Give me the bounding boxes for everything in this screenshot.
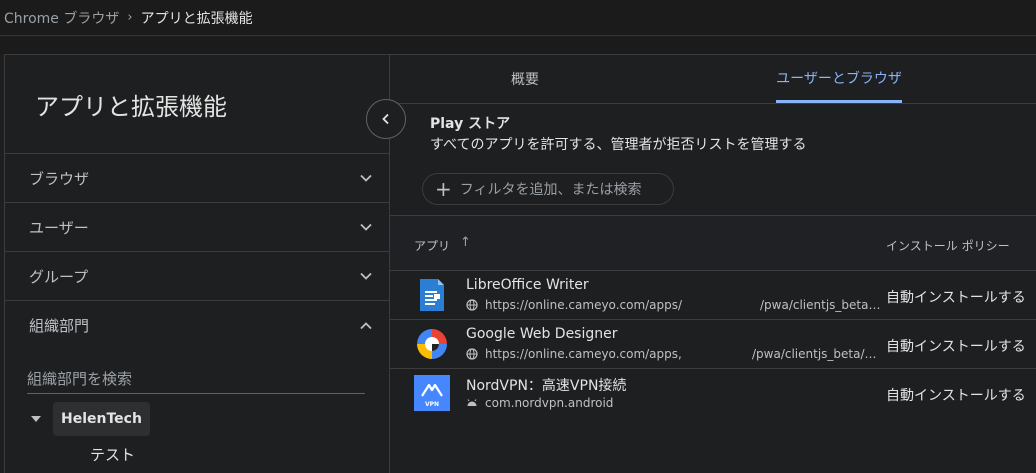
app-name: LibreOffice Writer (466, 277, 589, 293)
android-icon (467, 399, 477, 406)
store-title: Play ストア (430, 116, 511, 132)
header-gap (0, 37, 1036, 54)
install-policy: 自動インストールする (886, 388, 1026, 404)
org-unit-root[interactable]: HelenTech (53, 402, 150, 436)
svg-text:VPN: VPN (425, 401, 439, 408)
collapse-panel-button[interactable] (366, 99, 406, 139)
table-row[interactable]: VPN NordVPN：高速VPN接続 com.nordvpn.android … (390, 369, 1036, 418)
app-url: https://online.cameyo.com/apps, (466, 347, 682, 361)
column-header-app[interactable]: アプリ (414, 237, 450, 254)
accordion-org-units-label: 組織部門 (29, 317, 90, 335)
install-policy: 自動インストールする (886, 290, 1026, 306)
app-url-text: https://online.cameyo.com/apps/ (485, 298, 683, 312)
chevron-left-icon (382, 113, 389, 125)
main-panel: 概要 ユーザーとブラウザ Play ストア すべてのアプリを許可する、管理者が拒… (390, 54, 1036, 473)
tab-users-and-browsers[interactable]: ユーザーとブラウザ (776, 55, 902, 103)
tab-overview[interactable]: 概要 (490, 55, 560, 103)
add-filter-button[interactable]: + フィルタを追加、または検索 (422, 173, 674, 205)
org-unit-child[interactable]: テスト (5, 444, 389, 465)
apps-table: アプリ ↑ インストール ポリシー LibreOffice Writer htt… (390, 215, 1036, 418)
breadcrumb: Chrome ブラウザ › アプリと拡張機能 (0, 0, 1036, 36)
tree-row-root: HelenTech (5, 402, 389, 436)
accordion-users-label: ユーザー (29, 218, 89, 237)
install-policy: 自動インストールする (886, 339, 1026, 355)
table-header: アプリ ↑ インストール ポリシー (390, 215, 1036, 271)
accordion-browser[interactable]: ブラウザ (5, 154, 389, 203)
caret-down-icon[interactable] (31, 416, 41, 422)
app-package: com.nordvpn.android (466, 396, 613, 410)
breadcrumb-current: アプリと拡張機能 (140, 10, 253, 27)
left-panel: アプリと拡張機能 ブラウザ ユーザー グループ 組織部門 組織部門を検索 Hel… (4, 54, 390, 473)
breadcrumb-chrome-browser[interactable]: Chrome ブラウザ (4, 8, 119, 28)
nordvpn-icon: VPN (414, 375, 450, 411)
table-row[interactable]: Google Web Designer https://online.camey… (390, 320, 1036, 369)
accordion-users[interactable]: ユーザー (5, 203, 389, 252)
breadcrumb-separator: › (127, 10, 133, 25)
app-name: Google Web Designer (466, 326, 618, 342)
app-url-text: https://online.cameyo.com/apps, (485, 347, 682, 361)
accordion-groups[interactable]: グループ (5, 252, 389, 301)
app-package-text: com.nordvpn.android (485, 396, 614, 410)
chevron-down-icon (360, 272, 372, 280)
column-header-install-policy[interactable]: インストール ポリシー (886, 237, 1010, 254)
filter-label: フィルタを追加、または検索 (459, 182, 642, 198)
chevron-down-icon (360, 223, 372, 231)
app-name: NordVPN：高速VPN接続 (466, 378, 627, 394)
org-unit-search-input[interactable]: 組織部門を検索 (27, 366, 365, 394)
google-web-designer-icon (417, 329, 447, 359)
globe-icon (466, 299, 478, 311)
libreoffice-writer-icon (420, 279, 444, 311)
panel-title: アプリと拡張機能 (5, 55, 389, 154)
tab-bar: 概要 ユーザーとブラウザ (390, 55, 1036, 104)
accordion-browser-label: ブラウザ (29, 169, 90, 188)
plus-icon: + (435, 177, 452, 201)
app-url-path: /pwa/clientjs_beta… (760, 298, 881, 312)
sort-ascending-icon[interactable]: ↑ (460, 235, 471, 250)
chevron-up-icon (360, 321, 372, 329)
table-row[interactable]: LibreOffice Writer https://online.cameyo… (390, 271, 1036, 320)
globe-icon (466, 348, 478, 360)
store-subtitle: すべてのアプリを許可する、管理者が拒否リストを管理する (430, 137, 807, 153)
app-url: https://online.cameyo.com/apps/ (466, 298, 682, 312)
accordion-groups-label: グループ (29, 267, 89, 286)
app-url-path: /pwa/clientjs_beta/… (752, 347, 877, 361)
chevron-down-icon (360, 174, 372, 182)
accordion-org-units[interactable]: 組織部門 (5, 301, 389, 350)
